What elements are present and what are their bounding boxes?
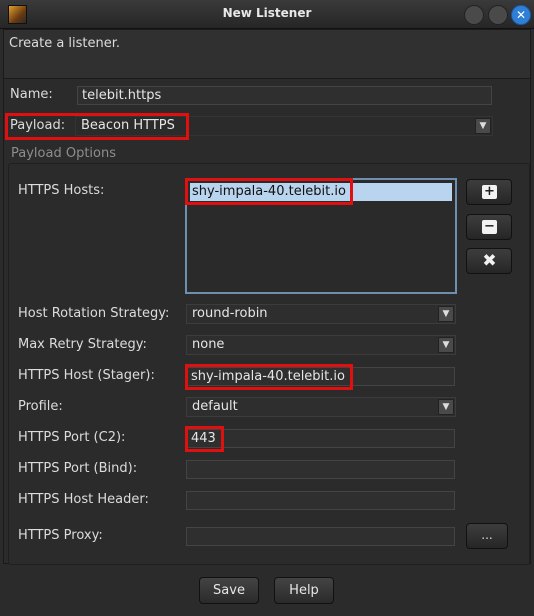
proxy-input[interactable]	[186, 527, 455, 546]
chevron-down-icon: ▼	[438, 337, 454, 353]
max-retry-label: Max Retry Strategy:	[18, 337, 147, 352]
port-bind-label: HTTPS Port (Bind):	[18, 461, 138, 476]
payload-highlight	[5, 113, 189, 140]
close-button[interactable]: ✕	[511, 5, 531, 25]
description-text: Create a listener.	[9, 36, 121, 51]
proxy-label: HTTPS Proxy:	[18, 528, 103, 543]
name-input[interactable]: telebit.https	[77, 86, 492, 105]
https-hosts-label: HTTPS Hosts:	[18, 183, 105, 198]
host-rotation-value: round-robin	[192, 306, 268, 321]
remove-host-button[interactable]: −	[466, 214, 512, 240]
stager-label: HTTPS Host (Stager):	[18, 368, 155, 383]
max-retry-select[interactable]: none ▼	[186, 335, 456, 355]
max-retry-value: none	[192, 337, 225, 352]
port-c2-input[interactable]: 443	[186, 429, 455, 448]
host-header-label: HTTPS Host Header:	[18, 492, 149, 507]
x-icon: ✖	[482, 251, 497, 271]
profile-label: Profile:	[18, 399, 63, 414]
host-rotation-label: Host Rotation Strategy:	[18, 306, 170, 321]
add-host-button[interactable]: +	[466, 179, 512, 205]
proxy-settings-button[interactable]: ...	[466, 523, 508, 549]
chevron-down-icon: ▼	[438, 399, 454, 415]
profile-value: default	[192, 399, 238, 414]
https-host-highlight	[185, 178, 353, 205]
payload-options-title: Payload Options	[11, 146, 116, 161]
title-bar: New Listener ✕	[0, 0, 534, 29]
chevron-down-icon: ▼	[475, 118, 491, 134]
window-title: New Listener	[222, 6, 312, 20]
chevron-down-icon: ▼	[438, 306, 454, 322]
port-c2-label: HTTPS Port (C2):	[18, 430, 126, 445]
help-button[interactable]: Help	[274, 577, 334, 604]
stager-highlight	[185, 364, 353, 390]
minus-icon: −	[482, 220, 497, 234]
port-bind-input[interactable]	[186, 460, 455, 479]
minimize-button[interactable]	[464, 5, 484, 25]
profile-select[interactable]: default ▼	[186, 397, 456, 417]
clear-hosts-button[interactable]: ✖	[466, 248, 512, 274]
plus-icon: +	[482, 185, 497, 199]
host-header-input[interactable]	[186, 491, 455, 510]
maximize-button[interactable]	[488, 5, 508, 25]
save-button[interactable]: Save	[199, 577, 259, 604]
host-rotation-select[interactable]: round-robin ▼	[186, 304, 456, 324]
close-icon: ✕	[515, 8, 527, 22]
name-label: Name:	[10, 87, 53, 102]
port-c2-highlight	[185, 426, 224, 452]
